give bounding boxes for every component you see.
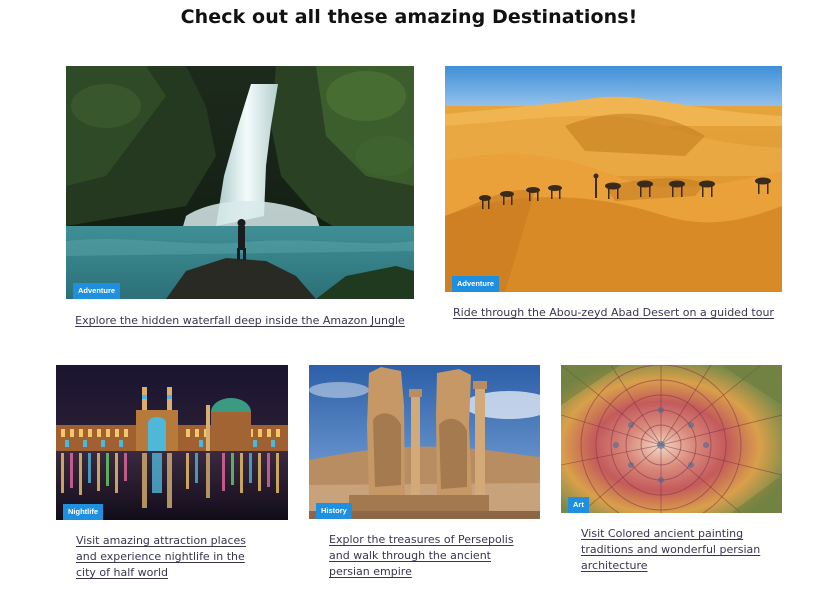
destination-link-waterfall[interactable]: Explore the hidden waterfall deep inside… <box>66 313 414 329</box>
destination-card-art: Art Visit Colored ancient painting tradi… <box>561 365 782 580</box>
category-badge[interactable]: Art <box>568 496 589 513</box>
category-badge[interactable]: Adventure <box>452 275 500 292</box>
page-title: Check out all these amazing Destinations… <box>180 6 638 28</box>
destination-card-desert: Adventure Ride through the Abou-zeyd Aba… <box>445 66 782 331</box>
destination-card-history: History Explor the treasures of Persepol… <box>309 365 540 585</box>
desert-camel-caravan-photo[interactable]: Adventure <box>445 66 782 292</box>
destination-link-history[interactable]: Explor the treasures of Persepolis and w… <box>329 532 521 580</box>
persian-tile-dome-photo[interactable]: Art <box>561 365 782 513</box>
destination-link-nightlife[interactable]: Visit amazing attraction places and expe… <box>76 533 268 581</box>
persepolis-ruins-photo[interactable]: History <box>309 365 540 519</box>
category-badge[interactable]: Nightlife <box>63 503 103 520</box>
waterfall-photo[interactable]: Adventure <box>66 66 414 299</box>
destinations-page: Check out all these amazing Destinations… <box>0 0 823 590</box>
destination-card-waterfall: Adventure Explore the hidden waterfall d… <box>66 66 414 336</box>
destination-link-desert[interactable]: Ride through the Abou-zeyd Abad Desert o… <box>445 305 782 321</box>
destination-link-art[interactable]: Visit Colored ancient painting tradition… <box>581 526 766 574</box>
destination-card-nightlife: Nightlife Visit amazing attraction place… <box>56 365 288 585</box>
mosque-night-reflection-photo[interactable]: Nightlife <box>56 365 288 520</box>
category-badge[interactable]: History <box>316 502 352 519</box>
category-badge[interactable]: Adventure <box>73 282 121 299</box>
